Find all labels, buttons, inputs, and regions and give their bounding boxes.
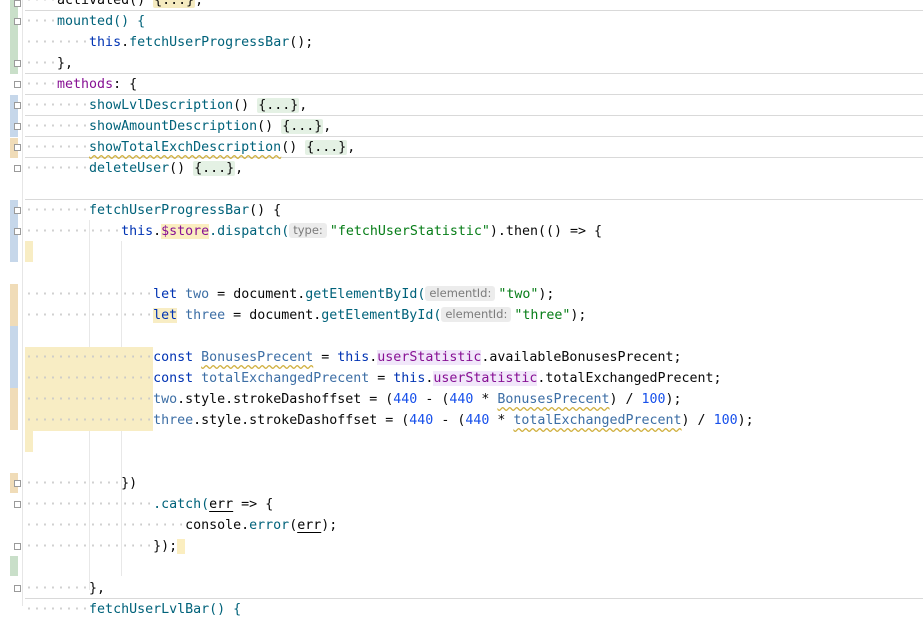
code-line[interactable]: ····},: [25, 53, 923, 74]
fold-marker-icon[interactable]: [14, 102, 21, 109]
folded-region[interactable]: {...}: [305, 140, 348, 155]
code-line[interactable]: ················two.style.strokeDashoffs…: [25, 389, 923, 410]
code-line[interactable]: ····methods: {: [25, 74, 923, 95]
code-line[interactable]: ················const totalExchangedPrec…: [25, 368, 923, 389]
editor-gutter[interactable]: [0, 0, 23, 606]
vcs-change-marker[interactable]: [10, 556, 18, 576]
folded-region[interactable]: {...}: [257, 98, 300, 113]
code-line[interactable]: ····················console.error(err);: [25, 515, 923, 536]
text-caret: ​: [177, 539, 186, 554]
parameter-hint: type:: [289, 223, 327, 238]
fold-marker-icon[interactable]: [14, 207, 21, 214]
code-line[interactable]: ················let two = document.getEl…: [25, 284, 923, 305]
fold-marker-icon[interactable]: [14, 0, 21, 7]
code-line[interactable]: ················let three = document.get…: [25, 305, 923, 326]
code-line[interactable]: ············this.$store.dispatch(type: "f…: [25, 221, 923, 242]
parameter-hint: elementId:: [441, 307, 512, 322]
parameter-hint: elementId:: [425, 286, 496, 301]
code-line[interactable]: ············}): [25, 473, 923, 494]
folded-region[interactable]: {...}: [193, 161, 236, 176]
code-line[interactable]: ················.catch(err => {: [25, 494, 923, 515]
code-line[interactable]: ····activated() {...},: [25, 0, 923, 11]
fold-marker-icon[interactable]: [14, 18, 21, 25]
code-line[interactable]: ················});​: [25, 536, 923, 557]
folded-region[interactable]: {...}: [281, 119, 324, 134]
code-line[interactable]: ········showTotalExchDescription() {...}…: [25, 137, 923, 158]
code-line[interactable]: ········deleteUser() {...},: [25, 158, 923, 179]
code-line[interactable]: ········},: [25, 578, 923, 599]
code-line[interactable]: ········this.fetchUserProgressBar();: [25, 32, 923, 53]
caret-line-marker: [25, 431, 33, 452]
fold-marker-icon[interactable]: [14, 543, 21, 550]
fold-marker-icon[interactable]: [14, 60, 21, 67]
code-line[interactable]: ········showAmountDescription() {...},: [25, 116, 923, 137]
fold-marker-icon[interactable]: [14, 501, 21, 508]
caret-line-marker: [25, 241, 33, 262]
vcs-change-marker[interactable]: [10, 284, 18, 326]
vcs-change-marker[interactable]: [10, 326, 18, 388]
folded-region[interactable]: {...}: [153, 0, 196, 8]
fold-marker-icon[interactable]: [14, 585, 21, 592]
vcs-change-marker[interactable]: [10, 388, 18, 430]
code-line[interactable]: ········showLvlDescription() {...},: [25, 95, 923, 116]
fold-marker-icon[interactable]: [14, 165, 21, 172]
code-line[interactable]: ········fetchUserLvlBar() {: [25, 599, 923, 620]
code-line[interactable]: ················three.style.strokeDashof…: [25, 410, 923, 431]
code-line[interactable]: ········fetchUserProgressBar() {: [25, 200, 923, 221]
fold-marker-icon[interactable]: [14, 81, 21, 88]
fold-marker-icon[interactable]: [14, 144, 21, 151]
code-line[interactable]: ····mounted() {: [25, 11, 923, 32]
fold-marker-icon[interactable]: [14, 123, 21, 130]
code-line[interactable]: ················const BonusesPrecent = t…: [25, 347, 923, 368]
fold-marker-icon[interactable]: [14, 480, 21, 487]
fold-marker-icon[interactable]: [14, 228, 21, 235]
